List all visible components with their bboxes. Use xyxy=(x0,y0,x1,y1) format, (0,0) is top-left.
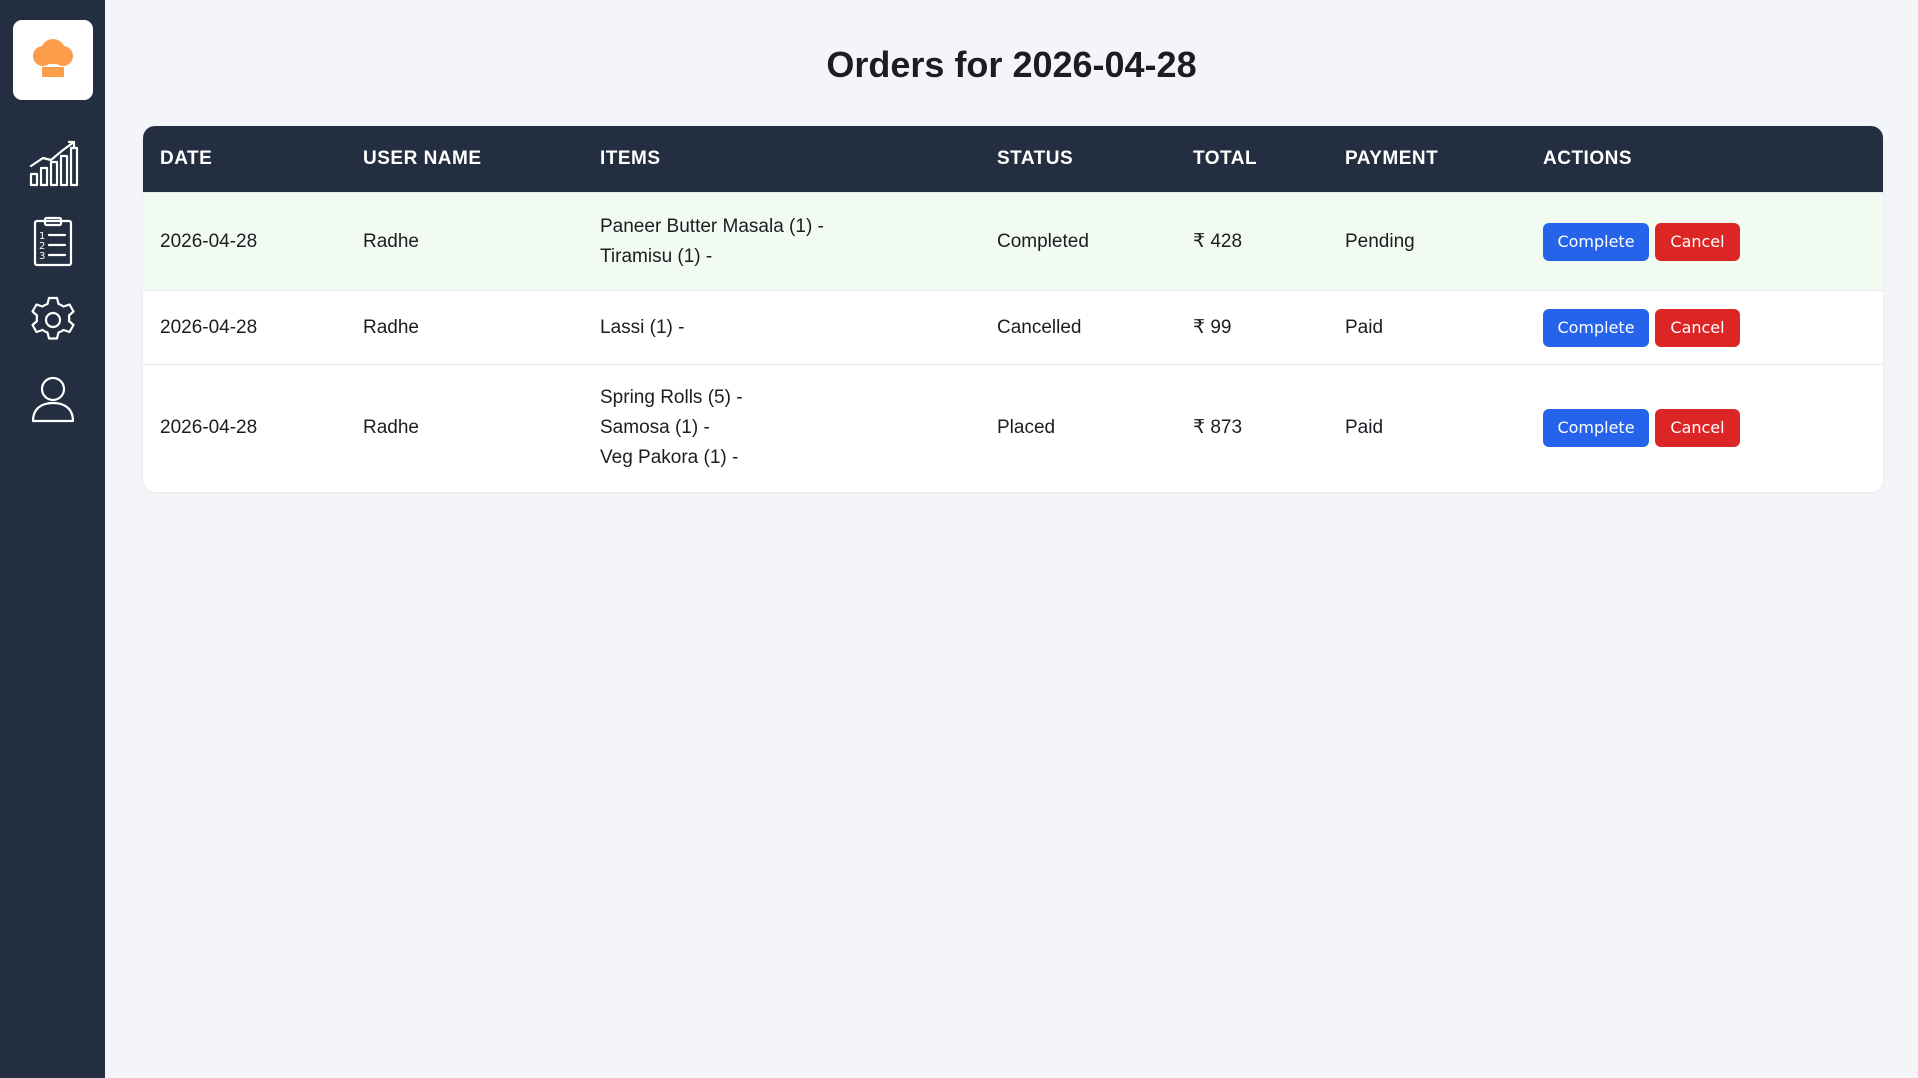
order-user-name: Radhe xyxy=(346,364,583,492)
order-user-name: Radhe xyxy=(346,192,583,291)
order-item: Samosa (1) - xyxy=(600,417,710,439)
order-items: Spring Rolls (5) - Samosa (1) - Veg Pako… xyxy=(583,364,980,492)
column-header-items: ITEMS xyxy=(600,148,661,169)
column-header-status: STATUS xyxy=(997,148,1074,169)
order-user-name: Radhe xyxy=(346,290,583,365)
table-row: 2026-04-28 Radhe Lassi (1) - Cancelled ₹… xyxy=(143,290,1883,365)
user-profile-icon xyxy=(31,376,75,423)
orders-table-card: DATE USER NAME ITEMS STATUS TOTAL PAYMEN… xyxy=(143,126,1883,492)
sidebar-item-analytics[interactable] xyxy=(26,135,80,189)
order-total: ₹ 99 xyxy=(1176,290,1328,365)
order-item: Veg Pakora (1) - xyxy=(600,447,739,469)
order-actions: Complete Cancel xyxy=(1526,192,1883,291)
column-header-user-name: USER NAME xyxy=(363,148,482,169)
cancel-button[interactable]: Cancel xyxy=(1655,222,1740,261)
sidebar-item-settings[interactable] xyxy=(26,293,80,347)
order-actions: Complete Cancel xyxy=(1526,290,1883,365)
order-items: Lassi (1) - xyxy=(583,290,980,365)
order-total: ₹ 428 xyxy=(1176,192,1328,291)
table-row: 2026-04-28 Radhe Spring Rolls (5) - Samo… xyxy=(143,364,1883,492)
complete-button[interactable]: Complete xyxy=(1543,308,1649,347)
cancel-button[interactable]: Cancel xyxy=(1655,409,1740,448)
order-items: Paneer Butter Masala (1) - Tiramisu (1) … xyxy=(583,192,980,291)
order-payment: Paid xyxy=(1328,290,1526,365)
sidebar-item-profile[interactable] xyxy=(26,372,80,426)
order-date: 2026-04-28 xyxy=(143,364,346,492)
sidebar-item-orders[interactable]: 1 2 3 xyxy=(26,214,80,268)
order-payment: Paid xyxy=(1328,364,1526,492)
chef-hat-logo[interactable] xyxy=(13,20,93,100)
order-item: Tiramisu (1) - xyxy=(600,245,713,267)
analytics-icon xyxy=(29,140,79,187)
order-item: Spring Rolls (5) - xyxy=(600,387,743,409)
settings-gear-icon xyxy=(31,296,75,340)
svg-text:3: 3 xyxy=(39,251,45,262)
order-status: Placed xyxy=(980,364,1176,492)
chef-hat-icon xyxy=(33,39,73,77)
order-date: 2026-04-28 xyxy=(143,290,346,365)
column-header-actions: ACTIONS xyxy=(1543,148,1632,169)
page-title: Orders for 2026-04-28 xyxy=(826,44,1197,85)
order-status: Cancelled xyxy=(980,290,1176,365)
sidebar: 1 2 3 xyxy=(0,0,105,1078)
column-header-date: DATE xyxy=(160,148,213,169)
order-item: Paneer Butter Masala (1) - xyxy=(600,215,824,237)
complete-button[interactable]: Complete xyxy=(1543,222,1649,261)
orders-table: DATE USER NAME ITEMS STATUS TOTAL PAYMEN… xyxy=(143,126,1883,492)
cancel-button[interactable]: Cancel xyxy=(1655,308,1740,347)
main-content: Orders for 2026-04-28 DATE USER NAME ITE… xyxy=(105,0,1918,1078)
column-header-total: TOTAL xyxy=(1193,148,1258,169)
order-list-icon: 1 2 3 xyxy=(33,216,73,267)
order-payment: Pending xyxy=(1328,192,1526,291)
order-total: ₹ 873 xyxy=(1176,364,1328,492)
order-actions: Complete Cancel xyxy=(1526,364,1883,492)
column-header-payment: PAYMENT xyxy=(1345,148,1439,169)
order-status: Completed xyxy=(980,192,1176,291)
table-row: 2026-04-28 Radhe Paneer Butter Masala (1… xyxy=(143,192,1883,291)
complete-button[interactable]: Complete xyxy=(1543,409,1649,448)
order-date: 2026-04-28 xyxy=(143,192,346,291)
order-item: Lassi (1) - xyxy=(600,316,685,338)
table-header-row: DATE USER NAME ITEMS STATUS TOTAL PAYMEN… xyxy=(143,126,1883,193)
